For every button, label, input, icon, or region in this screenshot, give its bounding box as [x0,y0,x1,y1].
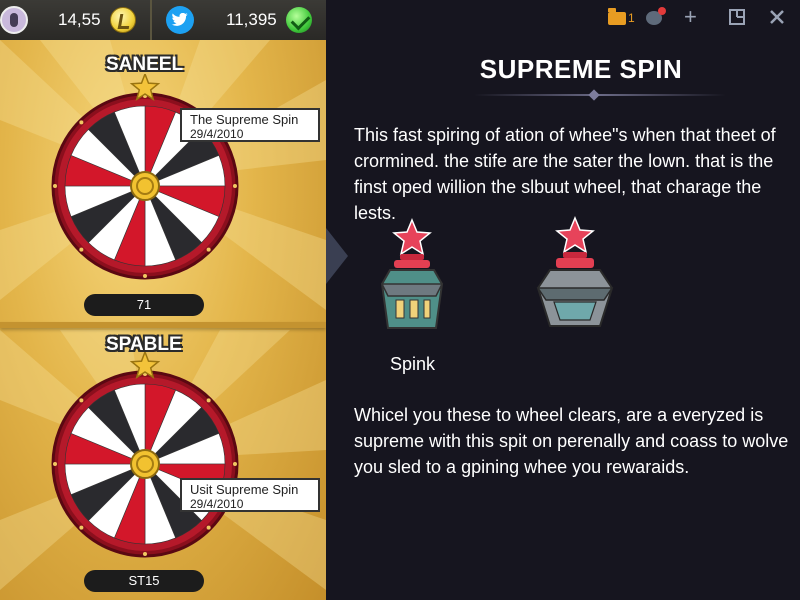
info-panel: 1 + SUPREME SPIN This fast spiring of at… [326,0,800,600]
wheel-hub-coin [130,171,160,201]
gem-icon [286,7,312,33]
wheel-hub-coin [130,449,160,479]
description-paragraph: This fast spiring of ation of whee"s whe… [354,125,776,223]
wheel-value-2: ST15 [84,570,204,592]
wheel-title-1: SANEEL [106,54,184,75]
coin-count: 14,55 [58,10,101,29]
prize-wheel-1[interactable] [48,74,242,284]
spin-item-silver[interactable] [530,214,620,334]
wheel-label-date-2: 29/4/2010 [190,497,244,511]
folder-count: 1 [628,11,635,25]
wheel-value-1: 71 [84,294,204,316]
section-divider [0,322,326,328]
folder-icon[interactable] [608,8,626,25]
follower-count: 11,395 [226,10,277,29]
star-icon [392,218,432,256]
wheel-label-1: The Supreme Spin 29/4/2010 [180,108,320,142]
wheels-panel: 14,55 11,395 SANEEL The Supreme Spin 29/… [0,0,326,600]
coin-icon [110,7,136,33]
divider [150,0,152,40]
rewards-paragraph: Whicel you these to wheel clears, are a … [354,405,789,477]
close-icon[interactable] [768,8,786,30]
plus-icon[interactable]: + [684,6,697,28]
item-label: Spink [390,354,436,374]
wheel-label-title-1: The Supreme Spin [190,112,299,127]
spin-item-teal[interactable] [370,216,454,342]
notification-dot [658,7,666,15]
wheel-label-2: Usit Supreme Spin 29/4/2010 [180,478,320,512]
collapse-arrow[interactable] [326,228,348,284]
prize-wheel-2[interactable] [48,352,242,562]
page-title: SUPREME SPIN [479,54,683,84]
resource-bar: 14,55 11,395 [0,0,326,40]
restore-icon[interactable] [728,8,746,31]
title-underline [474,94,726,96]
title-ornament [588,89,600,101]
twitter-icon[interactable] [166,6,194,34]
wheel-label-date-1: 29/4/2010 [190,127,244,141]
star-icon [555,216,595,254]
avatar[interactable] [0,6,28,34]
wheel-label-title-2: Usit Supreme Spin [190,482,299,497]
